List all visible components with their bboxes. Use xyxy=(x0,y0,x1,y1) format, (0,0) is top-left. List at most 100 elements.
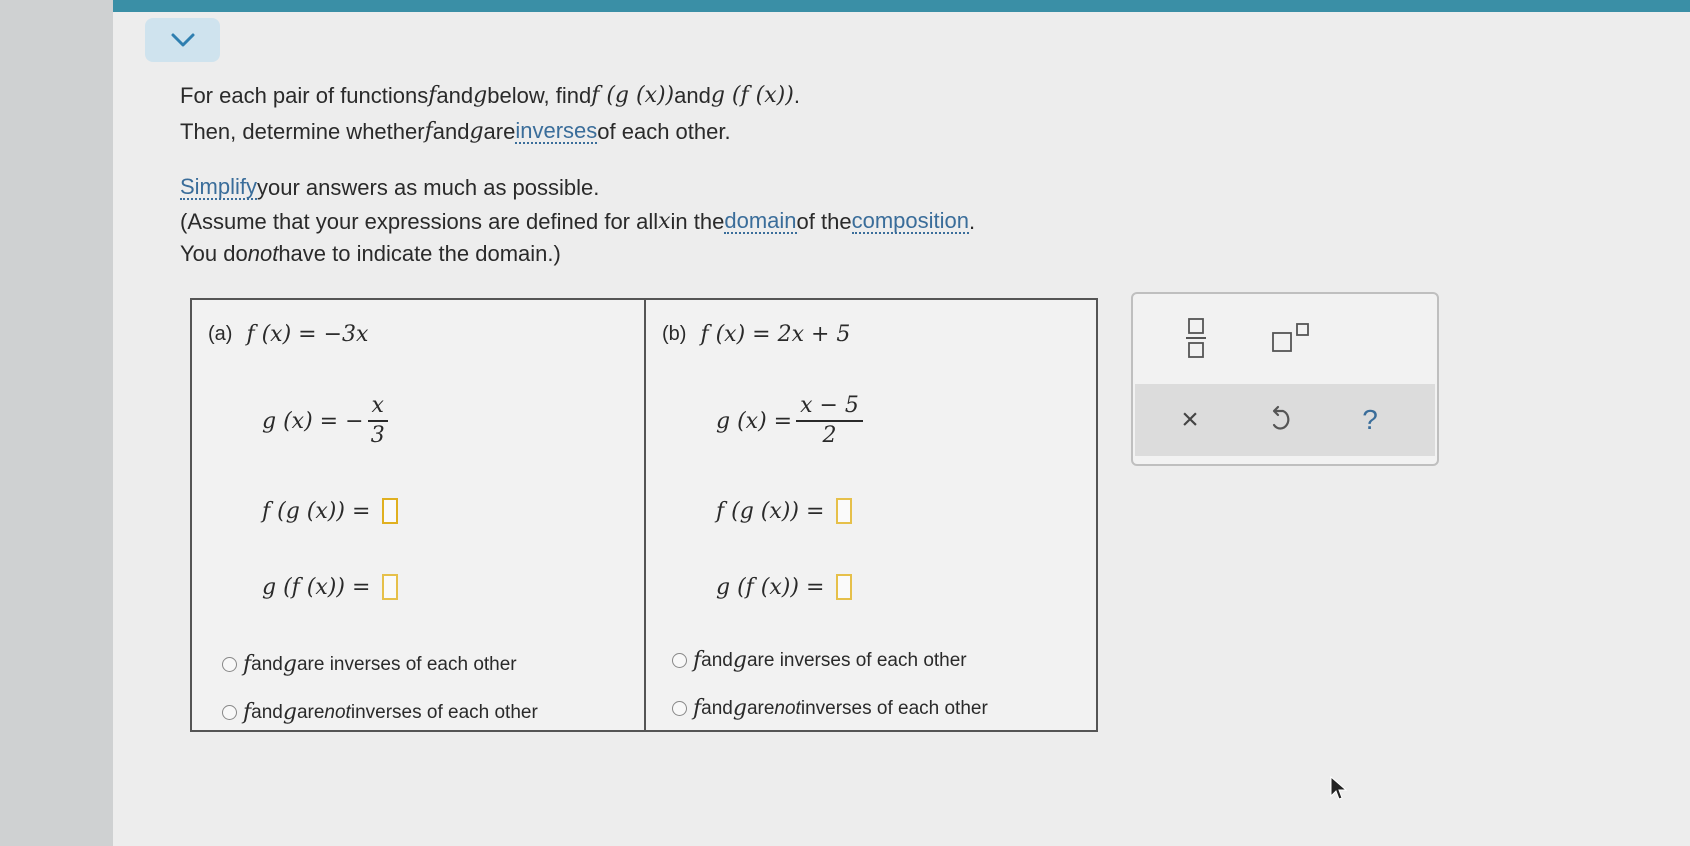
problem-table: (a) f (x) = −3x g (x) = − x 3 f (g (x)) … xyxy=(190,298,1098,732)
part-label: (b) xyxy=(662,323,687,345)
left-gutter xyxy=(0,0,113,846)
gf-answer-input[interactable] xyxy=(382,574,399,600)
help-button[interactable]: ? xyxy=(1345,394,1395,446)
domain-link[interactable]: domain xyxy=(724,210,797,234)
text: below, find xyxy=(487,83,592,108)
math-f: f xyxy=(693,648,702,673)
math-x: x xyxy=(658,209,671,234)
exponent-button[interactable] xyxy=(1261,310,1321,366)
fg-label: f (g (x)) = xyxy=(716,498,825,524)
instruction-line-3: Simplify your answers as much as possibl… xyxy=(180,170,1160,206)
fraction-denominator: 3 xyxy=(370,423,385,448)
math-g: g xyxy=(282,652,297,677)
inverses-link[interactable]: inverses xyxy=(515,120,598,144)
option-not-inverse-b[interactable]: f and g are not inverses of each other xyxy=(672,696,988,721)
exponent-template-icon xyxy=(1272,323,1309,352)
text: are inverses of each other xyxy=(746,649,967,671)
math-f-of-g: f (g (x)) xyxy=(591,83,675,108)
fg-label: f (g (x)) = xyxy=(262,498,371,524)
toolbar-actions: × ? xyxy=(1135,384,1435,456)
instruction-line-2: Then, determine whether f and g are inve… xyxy=(180,114,1160,150)
help-icon: ? xyxy=(1362,404,1378,435)
math-f: f xyxy=(243,652,252,677)
text: You do xyxy=(180,241,248,266)
fraction-template-icon xyxy=(1186,318,1206,358)
radio-button[interactable] xyxy=(672,701,687,716)
option-not-inverse-a[interactable]: f and g are not inverses of each other xyxy=(222,700,538,725)
g-lhs: g (x) = − xyxy=(262,408,364,434)
text: and xyxy=(674,83,711,108)
close-icon: × xyxy=(1181,403,1199,436)
math-f: f xyxy=(693,696,702,721)
fraction-button[interactable] xyxy=(1171,310,1221,366)
emphasis-not: not xyxy=(774,697,801,719)
instructions: For each pair of functions f and g below… xyxy=(180,78,1160,270)
gf-label: g (f (x)) = xyxy=(716,574,825,600)
option-inverse-a[interactable]: f and g are inverses of each other xyxy=(222,652,517,677)
instruction-line-4: (Assume that your expressions are define… xyxy=(180,206,1160,238)
g-lhs: g (x) = xyxy=(716,408,793,434)
fg-row: f (g (x)) = xyxy=(262,498,399,524)
simplify-link[interactable]: Simplify xyxy=(180,176,258,200)
f-definition: (a) f (x) = −3x xyxy=(208,322,368,347)
text: have to indicate the domain.) xyxy=(278,241,561,266)
undo-button[interactable] xyxy=(1255,394,1305,446)
math-g: g xyxy=(732,648,747,673)
part-b: (b) f (x) = 2x + 5 g (x) = x − 5 2 f (g … xyxy=(646,300,1098,730)
composition-link[interactable]: composition xyxy=(851,210,969,234)
text: are xyxy=(746,697,775,719)
math-g: g xyxy=(282,700,297,725)
math-f: f xyxy=(424,119,433,144)
text: inverses of each other xyxy=(800,697,988,719)
text: your answers as much as possible. xyxy=(257,175,600,200)
instruction-line-5: You do not have to indicate the domain.) xyxy=(180,238,1160,270)
text: . xyxy=(968,209,976,234)
text: and xyxy=(251,653,283,675)
f-formula: f (x) = 2x + 5 xyxy=(700,322,851,347)
g-definition: g (x) = − x 3 xyxy=(262,392,388,450)
math-f: f xyxy=(428,83,437,108)
fg-answer-input[interactable] xyxy=(836,498,853,524)
option-inverse-b[interactable]: f and g are inverses of each other xyxy=(672,648,967,673)
text: are xyxy=(296,701,325,723)
radio-button[interactable] xyxy=(222,657,237,672)
part-a: (a) f (x) = −3x g (x) = − x 3 f (g (x)) … xyxy=(192,300,644,730)
radio-button[interactable] xyxy=(672,653,687,668)
fraction-numerator: x − 5 xyxy=(796,392,863,422)
text: For each pair of functions xyxy=(180,83,429,108)
f-formula: f (x) = −3x xyxy=(246,322,369,347)
gf-answer-input[interactable] xyxy=(836,574,853,600)
gf-label: g (f (x)) = xyxy=(262,574,371,600)
fg-answer-input[interactable] xyxy=(382,498,399,524)
f-definition: (b) f (x) = 2x + 5 xyxy=(662,322,850,347)
gf-row: g (f (x)) = xyxy=(262,574,399,600)
collapse-button[interactable] xyxy=(145,18,220,62)
chevron-down-icon xyxy=(171,33,194,47)
text: and xyxy=(701,697,733,719)
text: and xyxy=(432,119,470,144)
text: inverses of each other xyxy=(350,701,538,723)
text: Then, determine whether xyxy=(180,119,425,144)
g-fraction: x − 5 2 xyxy=(796,392,863,450)
math-g: g xyxy=(732,696,747,721)
instruction-line-1: For each pair of functions f and g below… xyxy=(180,78,1160,114)
math-f: f xyxy=(243,700,252,725)
radio-button[interactable] xyxy=(222,705,237,720)
math-g: g xyxy=(469,119,484,144)
emphasis-not: not xyxy=(324,701,351,723)
math-g-of-f: g (f (x)) xyxy=(710,83,794,108)
text: and xyxy=(251,701,283,723)
math-g: g xyxy=(473,83,488,108)
text: of the xyxy=(796,209,852,234)
top-bar xyxy=(113,0,1690,12)
math-toolbar: × ? xyxy=(1131,292,1439,466)
g-fraction: x 3 xyxy=(367,392,388,450)
text: are inverses of each other xyxy=(296,653,517,675)
text: and xyxy=(436,83,474,108)
clear-button[interactable]: × xyxy=(1165,394,1215,446)
undo-icon xyxy=(1272,405,1290,430)
text: in the xyxy=(670,209,725,234)
g-definition: g (x) = x − 5 2 xyxy=(716,392,863,450)
text: (Assume that your expressions are define… xyxy=(180,209,659,234)
fg-row: f (g (x)) = xyxy=(716,498,853,524)
